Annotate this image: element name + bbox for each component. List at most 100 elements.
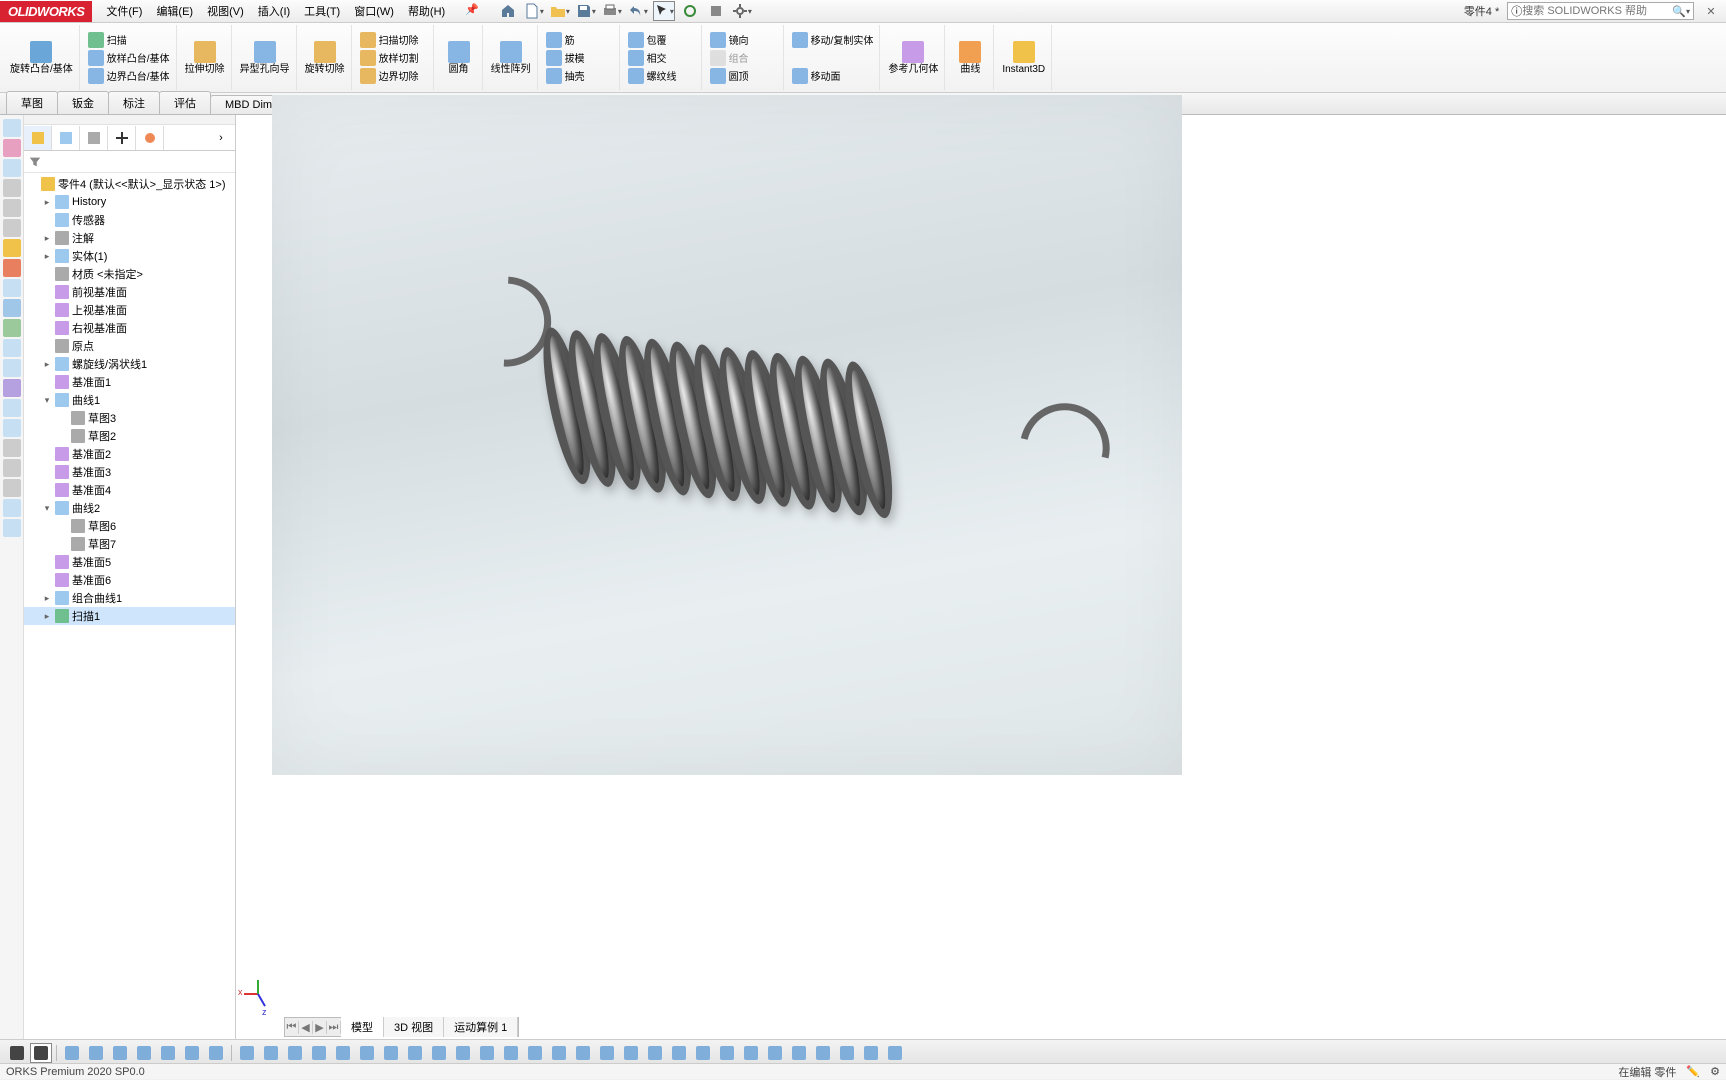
tool-btn[interactable] xyxy=(476,1043,498,1063)
combine-button[interactable]: 组合 xyxy=(708,49,751,67)
menu-tools[interactable]: 工具(T) xyxy=(298,0,346,22)
sketch-spline-tool[interactable] xyxy=(157,1043,179,1063)
tab-evaluate[interactable]: 评估 xyxy=(159,91,211,114)
tool-btn[interactable] xyxy=(740,1043,762,1063)
tool-btn[interactable] xyxy=(884,1043,906,1063)
close-button[interactable]: ✕ xyxy=(1702,5,1720,18)
sketch-point-tool[interactable] xyxy=(181,1043,203,1063)
tree-curve1[interactable]: ▾曲线1 xyxy=(24,391,235,409)
tool-btn[interactable] xyxy=(572,1043,594,1063)
sketch-line-tool[interactable] xyxy=(61,1043,83,1063)
tool-icon[interactable] xyxy=(3,239,21,257)
intersect-button[interactable]: 相交 xyxy=(626,49,669,67)
tree-material[interactable]: 材质 <未指定> xyxy=(24,265,235,283)
tool-icon[interactable] xyxy=(3,279,21,297)
tree-sketch3[interactable]: 草图3 xyxy=(24,409,235,427)
tree-plane3[interactable]: 基准面3 xyxy=(24,463,235,481)
tree-annotations[interactable]: ▸注解 xyxy=(24,229,235,247)
tab-model[interactable]: 模型 xyxy=(341,1017,384,1037)
open-button[interactable]: ▾ xyxy=(549,1,571,21)
extrude-cut-button[interactable]: 拉伸切除 xyxy=(183,39,227,77)
fm-tab-display[interactable] xyxy=(136,126,164,150)
tree-plane6[interactable]: 基准面6 xyxy=(24,571,235,589)
tree-root[interactable]: 零件4 (默认<<默认>_显示状态 1>) xyxy=(24,175,235,193)
tree-history[interactable]: ▸History xyxy=(24,193,235,211)
tree-sweep1[interactable]: ▸扫描1 xyxy=(24,607,235,625)
tool-btn[interactable] xyxy=(548,1043,570,1063)
select-dropdown[interactable] xyxy=(30,1043,52,1063)
tree-curve2[interactable]: ▾曲线2 xyxy=(24,499,235,517)
tool-btn[interactable] xyxy=(332,1043,354,1063)
status-icon[interactable]: ⚙ xyxy=(1710,1065,1720,1078)
tree-plane2[interactable]: 基准面2 xyxy=(24,445,235,463)
tree-sensors[interactable]: 传感器 xyxy=(24,211,235,229)
tree-helix[interactable]: ▸螺旋线/涡状线1 xyxy=(24,355,235,373)
move-face-button[interactable]: 移动面 xyxy=(790,67,843,85)
dome-button[interactable]: 圆顶 xyxy=(708,67,751,85)
tool-icon[interactable] xyxy=(3,339,21,357)
tool-btn[interactable] xyxy=(284,1043,306,1063)
hole-wizard-button[interactable]: 异型孔向导 xyxy=(238,39,292,77)
tool-btn[interactable] xyxy=(428,1043,450,1063)
fm-tab-property[interactable] xyxy=(52,126,80,150)
search-input[interactable] xyxy=(1522,5,1672,17)
thread-button[interactable]: 螺纹线 xyxy=(626,67,679,85)
fm-tab-more[interactable]: › xyxy=(207,126,235,150)
tool-icon[interactable] xyxy=(3,319,21,337)
tool-btn[interactable] xyxy=(260,1043,282,1063)
tree-plane4[interactable]: 基准面4 xyxy=(24,481,235,499)
tool-btn[interactable] xyxy=(644,1043,666,1063)
tab-nav-last[interactable]: ⏭ xyxy=(327,1021,341,1034)
tree-right-plane[interactable]: 右视基准面 xyxy=(24,319,235,337)
undo-button[interactable]: ▾ xyxy=(627,1,649,21)
tab-annotate[interactable]: 标注 xyxy=(108,91,160,114)
save-button[interactable]: ▾ xyxy=(575,1,597,21)
tool-btn[interactable] xyxy=(452,1043,474,1063)
tool-btn[interactable] xyxy=(620,1043,642,1063)
tool-btn[interactable] xyxy=(356,1043,378,1063)
tool-icon[interactable] xyxy=(3,119,21,137)
tool-icon[interactable] xyxy=(3,499,21,517)
tool-icon[interactable] xyxy=(3,139,21,157)
move-copy-button[interactable]: 移动/复制实体 xyxy=(790,31,876,49)
tool-icon[interactable] xyxy=(3,519,21,537)
tool-btn[interactable] xyxy=(596,1043,618,1063)
tree-sketch7[interactable]: 草图7 xyxy=(24,535,235,553)
tool-btn[interactable] xyxy=(692,1043,714,1063)
sketch-dim-tool[interactable] xyxy=(205,1043,227,1063)
tab-motion[interactable]: 运动算例 1 xyxy=(444,1017,518,1037)
tool-icon[interactable] xyxy=(3,259,21,277)
view-triad[interactable]: x z xyxy=(244,979,274,1009)
loft-cut-button[interactable]: 放样切割 xyxy=(358,49,421,67)
sketch-rect-tool[interactable] xyxy=(85,1043,107,1063)
tool-btn[interactable] xyxy=(716,1043,738,1063)
select-tool[interactable] xyxy=(6,1043,28,1063)
shell-button[interactable]: 抽壳 xyxy=(544,67,587,85)
tree-sketch6[interactable]: 草图6 xyxy=(24,517,235,535)
linear-pattern-button[interactable]: 线性阵列 xyxy=(489,39,533,77)
pin-icon[interactable]: 📌 xyxy=(459,0,485,22)
tree-sketch2[interactable]: 草图2 xyxy=(24,427,235,445)
tree-plane1[interactable]: 基准面1 xyxy=(24,373,235,391)
menu-edit[interactable]: 编辑(E) xyxy=(150,0,199,22)
tool-icon[interactable] xyxy=(3,159,21,177)
sketch-circle-tool[interactable] xyxy=(109,1043,131,1063)
tool-btn[interactable] xyxy=(404,1043,426,1063)
mirror-button[interactable]: 镜向 xyxy=(708,31,751,49)
tab-3dview[interactable]: 3D 视图 xyxy=(384,1017,444,1037)
sweep-cut-button[interactable]: 扫描切除 xyxy=(358,31,421,49)
rib-button[interactable]: 筋 xyxy=(544,31,577,49)
tree-top-plane[interactable]: 上视基准面 xyxy=(24,301,235,319)
revolve-boss-button[interactable]: 旋转凸台/基体 xyxy=(8,39,75,77)
tool-icon[interactable] xyxy=(3,179,21,197)
tool-btn[interactable] xyxy=(836,1043,858,1063)
tool-icon[interactable] xyxy=(3,219,21,237)
instant3d-button[interactable]: Instant3D xyxy=(1000,39,1047,77)
tree-front-plane[interactable]: 前视基准面 xyxy=(24,283,235,301)
tool-btn[interactable] xyxy=(308,1043,330,1063)
menu-window[interactable]: 窗口(W) xyxy=(348,0,400,22)
sweep-boss-button[interactable]: 扫描 xyxy=(86,31,129,49)
tool-icon[interactable] xyxy=(3,299,21,317)
loft-boss-button[interactable]: 放样凸台/基体 xyxy=(86,49,172,67)
tool-icon[interactable] xyxy=(3,199,21,217)
